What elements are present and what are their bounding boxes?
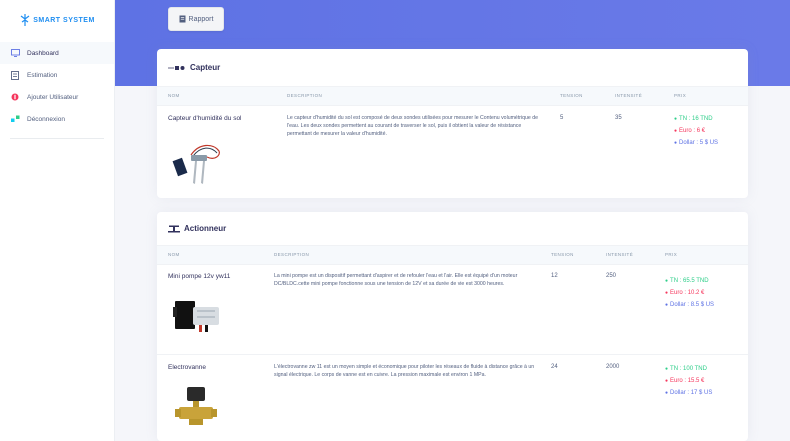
price-list: ● TN : 16 TND ● Euro : 6 € ● Dollar : 5 $ U… (674, 113, 718, 149)
capteur-card-title: Capteur (157, 49, 748, 87)
column-header-tension[interactable]: TENSION (560, 93, 583, 98)
sidebar-item-ajouter-utilisateur[interactable]: Ajouter Utilisateur (0, 86, 114, 108)
logout-icon (10, 114, 20, 124)
calculator-icon (10, 70, 20, 80)
product-description: Le capteur d'humidité du sol est composé… (287, 115, 539, 137)
price-tn: ● TN : 65.5 TND (665, 278, 709, 284)
soil-sensor-image (172, 144, 220, 184)
actionneur-table-header: NOM DESCRIPTION TENSION INTENSITÉ PRIX (157, 246, 748, 264)
product-name: Capteur d'humidité du sol (168, 115, 242, 122)
sidebar-item-dashboard[interactable]: Dashboard (0, 42, 114, 64)
capteur-table-header: NOM DESCRIPTION TENSION INTENSITÉ PRIX (157, 87, 748, 105)
column-header-prix[interactable]: PRIX (674, 93, 686, 98)
sidebar: SMART SYSTEM Dashboard Estimation Ajoute… (0, 0, 115, 441)
tension-value: 12 (551, 273, 558, 279)
product-description: La mini pompe est un dispositif permetta… (274, 273, 518, 287)
column-header-prix[interactable]: PRIX (665, 252, 677, 257)
column-header-intensite[interactable]: INTENSITÉ (615, 93, 642, 98)
table-row: Mini pompe 12v yw11 La mini pompe est un… (157, 264, 748, 354)
actuator-icon (168, 225, 180, 232)
document-icon (179, 15, 186, 23)
sensor-icon (168, 65, 185, 70)
price-tn: ● TN : 100 TND (665, 366, 707, 372)
column-header-description[interactable]: DESCRIPTION (274, 252, 309, 257)
product-name: Electrovanne (168, 364, 206, 371)
sidebar-divider (10, 138, 104, 139)
product-name: Mini pompe 12v yw11 (168, 273, 231, 280)
user-add-icon (10, 92, 20, 102)
actionneur-card-title: Actionneur (157, 212, 748, 246)
column-header-intensite[interactable]: INTENSITÉ (606, 252, 633, 257)
tension-value: 5 (560, 115, 564, 121)
table-row: Capteur d'humidité du sol Le capteur d'h… (157, 105, 748, 197)
tension-value: 24 (551, 364, 558, 370)
price-list: ● TN : 65.5 TND ● Euro : 10.2 € ● Dollar : … (665, 275, 714, 311)
logo-icon (20, 14, 30, 26)
monitor-icon (10, 48, 20, 58)
rapport-button-label: Rapport (188, 15, 214, 23)
intensite-value: 2000 (606, 364, 620, 370)
price-dollar: ● Dollar : 8.5 $ US (665, 302, 715, 308)
price-dollar: ● Dollar : 17 $ US (665, 390, 713, 396)
sidebar-item-deconnexion[interactable]: Déconnexion (0, 108, 114, 130)
capteur-card: Capteur NOM DESCRIPTION TENSION INTENSIT… (157, 49, 748, 198)
mini-pump-image (173, 301, 219, 332)
rapport-button[interactable]: Rapport (168, 7, 224, 31)
column-header-description[interactable]: DESCRIPTION (287, 93, 322, 98)
actionneur-card: Actionneur NOM DESCRIPTION TENSION INTEN… (157, 212, 748, 441)
sidebar-item-label: Déconnexion (27, 115, 65, 123)
logo[interactable]: SMART SYSTEM (0, 0, 114, 40)
price-euro: ● Euro : 6 € (674, 128, 706, 134)
price-tn: ● TN : 16 TND (674, 116, 713, 122)
intensite-value: 35 (615, 115, 622, 121)
price-dollar: ● Dollar : 5 $ US (674, 140, 719, 146)
price-euro: ● Euro : 15.5 € (665, 378, 705, 384)
logo-text: SMART SYSTEM (33, 16, 95, 24)
column-header-nom[interactable]: NOM (168, 252, 180, 257)
table-row: Electrovanne L'électrovanne zw 11 est un… (157, 354, 748, 441)
sidebar-item-estimation[interactable]: Estimation (0, 64, 114, 86)
sidebar-item-label: Dashboard (27, 49, 59, 57)
price-euro: ● Euro : 10.2 € (665, 290, 705, 296)
column-header-nom[interactable]: NOM (168, 93, 180, 98)
column-header-tension[interactable]: TENSION (551, 252, 574, 257)
price-list: ● TN : 100 TND ● Euro : 15.5 € ● Dollar : 1… (665, 363, 712, 399)
sidebar-item-label: Ajouter Utilisateur (27, 93, 79, 101)
product-description: L'électrovanne zw 11 est un moyen simple… (274, 364, 535, 378)
sidebar-nav: Dashboard Estimation Ajouter Utilisateur… (0, 42, 114, 130)
sidebar-item-label: Estimation (27, 71, 58, 79)
solenoid-valve-image (175, 387, 217, 425)
intensite-value: 250 (606, 273, 617, 279)
